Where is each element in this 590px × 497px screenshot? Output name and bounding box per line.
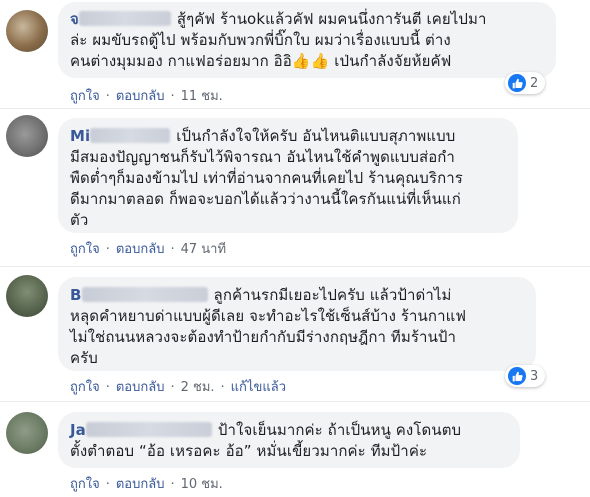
divider — [0, 401, 590, 402]
edited-link[interactable]: แก้ไขแล้ว — [231, 380, 286, 395]
like-link[interactable]: ถูกใจ — [70, 242, 100, 257]
comment-actions: ถูกใจ · ตอบกลับ · 47 นาที — [70, 242, 227, 257]
reply-link[interactable]: ตอบกลับ — [116, 89, 165, 104]
comment-bubble: Mi เป็นกำลังใจให้ครับ อันไหนติแบบสุภาพแบบ… — [58, 118, 518, 233]
reply-link[interactable]: ตอบกลับ — [116, 242, 165, 257]
reaction-count[interactable]: 3 — [505, 365, 546, 387]
name-blur — [78, 11, 171, 26]
commenter-name[interactable]: Ja — [70, 421, 86, 439]
commenter-name[interactable]: Mi — [70, 127, 90, 145]
comment-actions: ถูกใจ · ตอบกลับ · 10 ชม. — [70, 477, 223, 492]
like-icon — [508, 74, 526, 92]
avatar[interactable] — [6, 275, 48, 317]
comment-text: Mi เป็นกำลังใจให้ครับ อันไหนติแบบสุภาพแบบ… — [70, 127, 463, 229]
commenter-name[interactable]: จ — [70, 10, 79, 28]
comment-text: จสู้ๆคัฟ ร้านokแล้วคัฟ ผมคนนึ่งการันตี เ… — [70, 10, 487, 70]
divider — [0, 108, 590, 109]
comment-text: B ลูกค้านรกมีเยอะไปครับ แล้วป้าด่าไม่ หลุ… — [70, 286, 467, 367]
commenter-name[interactable]: B — [70, 286, 82, 304]
divider — [0, 266, 590, 267]
timestamp[interactable]: 11 ชม. — [181, 89, 223, 104]
comment-actions: ถูกใจ · ตอบกลับ · 11 ชม. — [70, 89, 223, 104]
timestamp[interactable]: 47 นาที — [181, 242, 226, 257]
comment-bubble: B ลูกค้านรกมีเยอะไปครับ แล้วป้าด่าไม่ หลุ… — [58, 277, 536, 371]
avatar[interactable] — [6, 412, 48, 454]
comment-thread: จสู้ๆคัฟ ร้านokแล้วคัฟ ผมคนนึ่งการันตี เ… — [0, 0, 590, 497]
reaction-count[interactable]: 2 — [505, 72, 546, 94]
name-blur — [90, 128, 171, 143]
like-icon — [508, 367, 526, 385]
timestamp[interactable]: 2 ชม. — [181, 380, 215, 395]
comment-bubble: จสู้ๆคัฟ ร้านokแล้วคัฟ ผมคนนึ่งการันตี เ… — [58, 2, 556, 78]
avatar[interactable] — [6, 115, 48, 157]
name-blur — [85, 422, 212, 437]
timestamp[interactable]: 10 ชม. — [181, 477, 223, 492]
comment-bubble: Ja ป้าใจเย็นมากค่ะ ถ้าเป็นหนู คงโดนตบ ตั้… — [58, 412, 520, 468]
reply-link[interactable]: ตอบกลับ — [116, 380, 165, 395]
like-link[interactable]: ถูกใจ — [70, 477, 100, 492]
reply-link[interactable]: ตอบกลับ — [116, 477, 165, 492]
comment-actions: ถูกใจ · ตอบกลับ · 2 ชม. · แก้ไขแล้ว — [70, 380, 286, 395]
avatar[interactable] — [6, 10, 48, 52]
comment-text: Ja ป้าใจเย็นมากค่ะ ถ้าเป็นหนู คงโดนตบ ตั้… — [70, 421, 462, 460]
name-blur — [81, 287, 208, 302]
like-link[interactable]: ถูกใจ — [70, 89, 100, 104]
like-link[interactable]: ถูกใจ — [70, 380, 100, 395]
